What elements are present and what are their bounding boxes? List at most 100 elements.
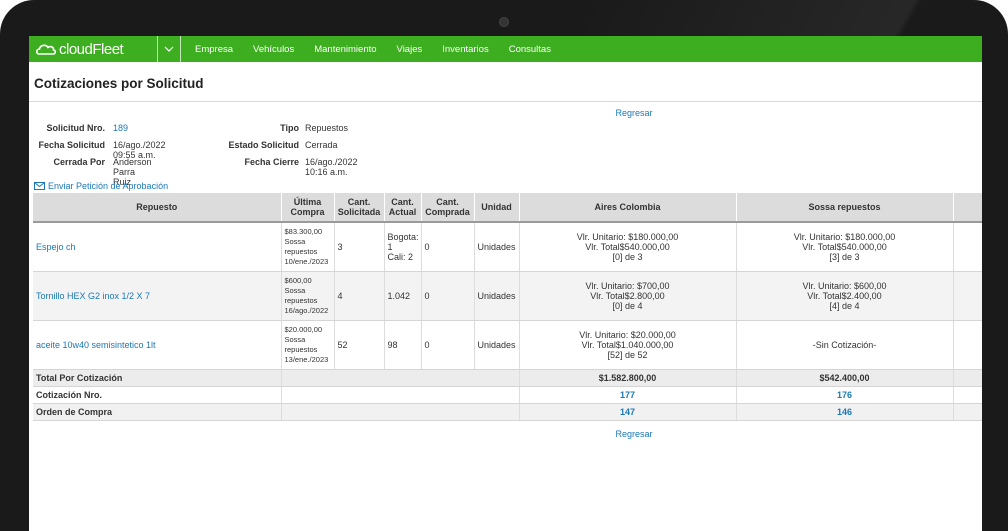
qty-requested: 52: [334, 320, 385, 370]
nav-item-mantenimiento[interactable]: Mantenimiento: [314, 44, 376, 55]
qty-purchased: 0: [421, 320, 475, 370]
last-date: 16/ago./2022: [284, 306, 329, 315]
table-row: Espejo ch $83.300,00 Sossa repuestos 10/…: [33, 222, 982, 272]
quote-aires: Vlr. Unitario: $700,00 Vlr. Total$2.800,…: [519, 271, 737, 321]
quotes-table: Repuesto Última Compra Cant. Solicitada …: [33, 193, 982, 421]
empty-cell: [953, 386, 982, 404]
regresar-link-top[interactable]: Regresar: [279, 108, 982, 118]
nav-menu: Empresa Vehículos Mantenimiento Viajes I…: [185, 44, 561, 55]
unit: Unidades: [474, 271, 520, 321]
cloud-logo-icon: [36, 44, 57, 55]
part-link[interactable]: aceite 10w40 semisintetico 1lt: [33, 320, 282, 370]
cerrada-por-label: Cerrada Por: [53, 157, 105, 167]
page-title: Cotizaciones por Solicitud: [34, 76, 204, 91]
unit: Unidades: [474, 222, 520, 272]
purchase-order-sossa-link[interactable]: 146: [736, 403, 954, 421]
purchase-order-row: Orden de Compra 147 146: [33, 403, 982, 421]
qty-ratio: [3] de 3: [829, 252, 860, 262]
last-price: $20.000,00: [284, 325, 323, 334]
total-aires: $1.582.800,00: [519, 369, 737, 387]
quote-number-label: Cotización Nro.: [33, 386, 282, 404]
quote-sossa: Vlr. Unitario: $180.000,00 Vlr. Total$54…: [736, 222, 954, 272]
purchase-order-aires-link[interactable]: 147: [519, 403, 737, 421]
last-supplier: Sossa: [284, 335, 306, 344]
tablet-frame: cloudFleet Empresa Vehículos Mantenimien…: [0, 0, 1008, 531]
nav-item-viajes[interactable]: Viajes: [397, 44, 423, 55]
empty-cell: [953, 369, 982, 387]
tipo-value: Repuestos: [305, 123, 349, 133]
last-price: $83.300,00: [284, 227, 323, 236]
last-supplier-2: repuestos: [284, 296, 318, 305]
nav-item-consultas[interactable]: Consultas: [509, 44, 551, 55]
qty-ratio: [0] de 3: [612, 252, 643, 262]
solicitud-value-link[interactable]: 189: [113, 123, 128, 133]
total-label: Total Por Cotización: [33, 369, 282, 387]
empty-cell: [953, 320, 982, 370]
quote-number-aires-link[interactable]: 177: [519, 386, 737, 404]
total-spacer: [281, 369, 520, 387]
fecha-solicitud-label: Fecha Solicitud: [38, 140, 105, 150]
qty-actual-line: Bogota:: [387, 232, 419, 242]
qty-actual: 1.042: [384, 271, 422, 321]
header-cant-actual: Cant. Actual: [384, 193, 422, 222]
total-sossa: $542.400,00: [736, 369, 954, 387]
quote-number-spacer: [281, 386, 520, 404]
header-provider-sossa: Sossa repuestos: [736, 193, 954, 222]
last-purchase-cell: $83.300,00 Sossa repuestos 10/ene./2023: [281, 222, 335, 272]
last-supplier: Sossa: [284, 286, 306, 295]
estado-label: Estado Solicitud: [228, 140, 299, 150]
solicitud-label: Solicitud Nro.: [46, 123, 106, 133]
no-quote-text: -Sin Cotización-: [812, 340, 877, 350]
regresar-link-bottom[interactable]: Regresar: [279, 429, 982, 439]
qty-actual: 98: [384, 320, 422, 370]
qty-purchased: 0: [421, 222, 475, 272]
unit-price: Vlr. Unitario: $700,00: [585, 281, 670, 291]
last-purchase-cell: $20.000,00 Sossa repuestos 13/ene./2023: [281, 320, 335, 370]
unit-price: Vlr. Unitario: $180.000,00: [576, 232, 679, 242]
nav-item-vehiculos[interactable]: Vehículos: [253, 44, 294, 55]
last-date: 13/ene./2023: [284, 355, 329, 364]
logo[interactable]: cloudFleet: [29, 36, 157, 62]
fecha-cierre-value: 16/ago./2022 10:16 a.m.: [305, 157, 358, 177]
qty-actual-cell: Bogota: 1 Cali: 2: [384, 222, 422, 272]
purchase-order-label: Orden de Compra: [33, 403, 282, 421]
qty-actual-line: Cali: 2: [387, 252, 414, 262]
last-purchase-cell: $600,00 Sossa repuestos 16/ago./2022: [281, 271, 335, 321]
tipo-label: Tipo: [280, 123, 299, 133]
empty-cell: [953, 222, 982, 272]
quote-aires: Vlr. Unitario: $20.000,00 Vlr. Total$1.0…: [519, 320, 737, 370]
qty-ratio: [52] de 52: [607, 350, 648, 360]
last-price: $600,00: [284, 276, 312, 285]
quote-aires: Vlr. Unitario: $180.000,00 Vlr. Total$54…: [519, 222, 737, 272]
chevron-down-icon: [164, 46, 174, 52]
purchase-order-spacer: [281, 403, 520, 421]
last-supplier: Sossa: [284, 237, 306, 246]
app-screen: cloudFleet Empresa Vehículos Mantenimien…: [29, 36, 982, 531]
unit-price: Vlr. Unitario: $20.000,00: [579, 330, 676, 340]
empty-cell: [953, 271, 982, 321]
header-repuesto: Repuesto: [33, 193, 282, 222]
header-empty: [953, 193, 982, 222]
send-approval-link[interactable]: Enviar Petición de Aprobación: [34, 181, 168, 191]
header-cant-comprada: Cant. Comprada: [421, 193, 475, 222]
part-link[interactable]: Espejo ch: [33, 222, 282, 272]
quote-number-sossa-link[interactable]: 176: [736, 386, 954, 404]
last-supplier-2: repuestos: [284, 247, 318, 256]
estado-value: Cerrada: [305, 140, 338, 150]
logo-text: cloudFleet: [59, 40, 124, 58]
unit-price: Vlr. Unitario: $180.000,00: [793, 232, 896, 242]
total-price: Vlr. Total$1.040.000,00: [581, 340, 674, 350]
top-navbar: cloudFleet Empresa Vehículos Mantenimien…: [29, 36, 982, 62]
nav-dropdown-toggle[interactable]: [157, 36, 181, 62]
nav-item-inventarios[interactable]: Inventarios: [442, 44, 488, 55]
qty-actual-line: 1: [387, 242, 393, 252]
fecha-cierre-label: Fecha Cierre: [244, 157, 299, 167]
total-row: Total Por Cotización $1.582.800,00 $542.…: [33, 369, 982, 387]
table-header: Repuesto Última Compra Cant. Solicitada …: [33, 193, 982, 222]
empty-cell: [953, 403, 982, 421]
qty-purchased: 0: [421, 271, 475, 321]
send-approval-label: Enviar Petición de Aprobación: [48, 181, 169, 191]
part-link[interactable]: Tornillo HEX G2 inox 1/2 X 7: [33, 271, 282, 321]
quote-sossa: Vlr. Unitario: $600,00 Vlr. Total$2.400,…: [736, 271, 954, 321]
nav-item-empresa[interactable]: Empresa: [195, 44, 233, 55]
